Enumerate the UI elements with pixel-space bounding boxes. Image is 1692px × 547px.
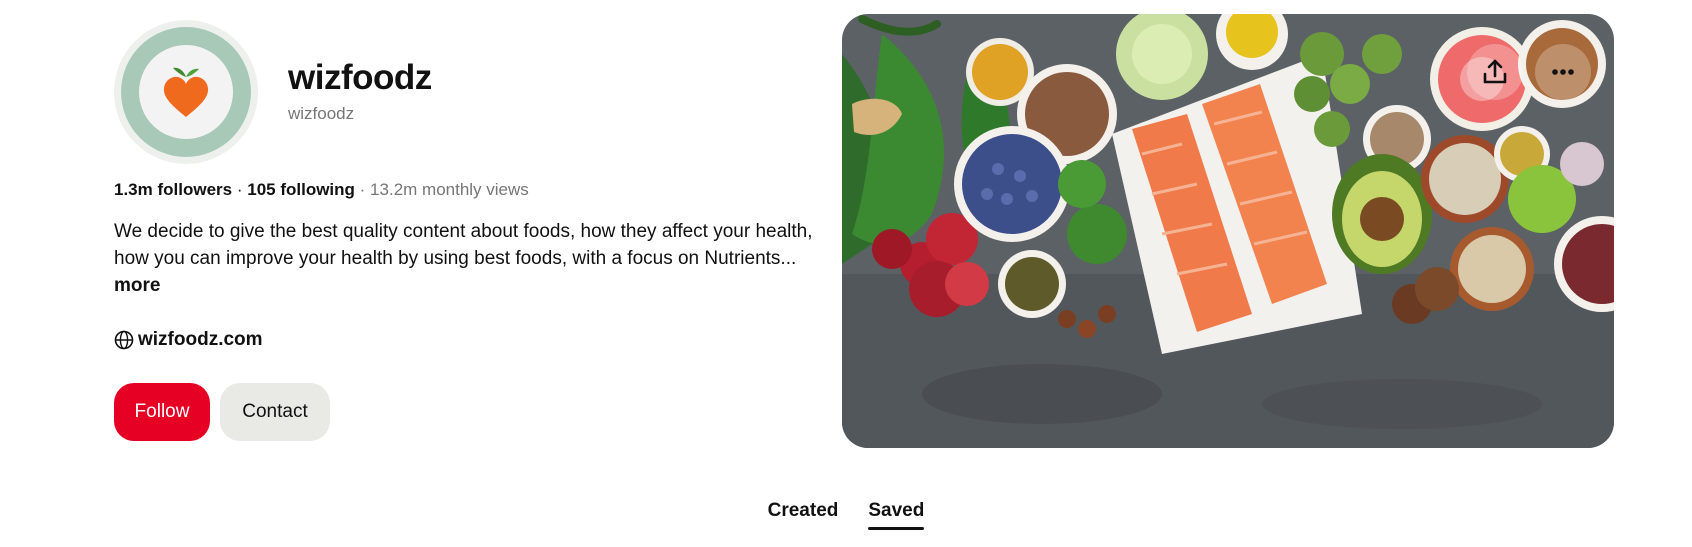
stats-separator: · [236,180,243,199]
following-count[interactable]: 105 following [247,180,355,199]
bio-text: We decide to give the best quality conte… [114,221,813,269]
avatar[interactable] [114,20,258,164]
profile-stats: 1.3m followers · 105 following · 13.2m m… [114,180,529,200]
cover-image [842,14,1614,448]
more-options-icon [1552,69,1574,75]
tab-saved[interactable]: Saved [868,500,924,530]
website-link[interactable]: wizfoodz.com [114,329,263,351]
profile-bio: We decide to give the best quality conte… [114,218,814,299]
globe-icon [114,330,134,350]
more-options-button[interactable] [1535,44,1591,100]
share-upload-icon [1483,59,1507,84]
contact-button[interactable]: Contact [220,383,330,441]
profile-handle: wizfoodz [288,104,355,123]
profile-tabs: Created Saved [0,500,1692,530]
follow-button[interactable]: Follow [114,383,210,441]
monthly-views: · 13.2m monthly views [359,180,529,199]
bio-more-link[interactable]: more [114,275,160,296]
avatar-core [139,45,233,139]
heart-fruit-icon [163,67,209,117]
website-label: wizfoodz.com [138,329,263,350]
followers-count[interactable]: 1.3m followers [114,180,232,199]
profile-name: wizfoodz [288,58,432,97]
avatar-ring [121,27,251,157]
tab-created[interactable]: Created [768,500,839,530]
share-button[interactable] [1467,44,1523,100]
